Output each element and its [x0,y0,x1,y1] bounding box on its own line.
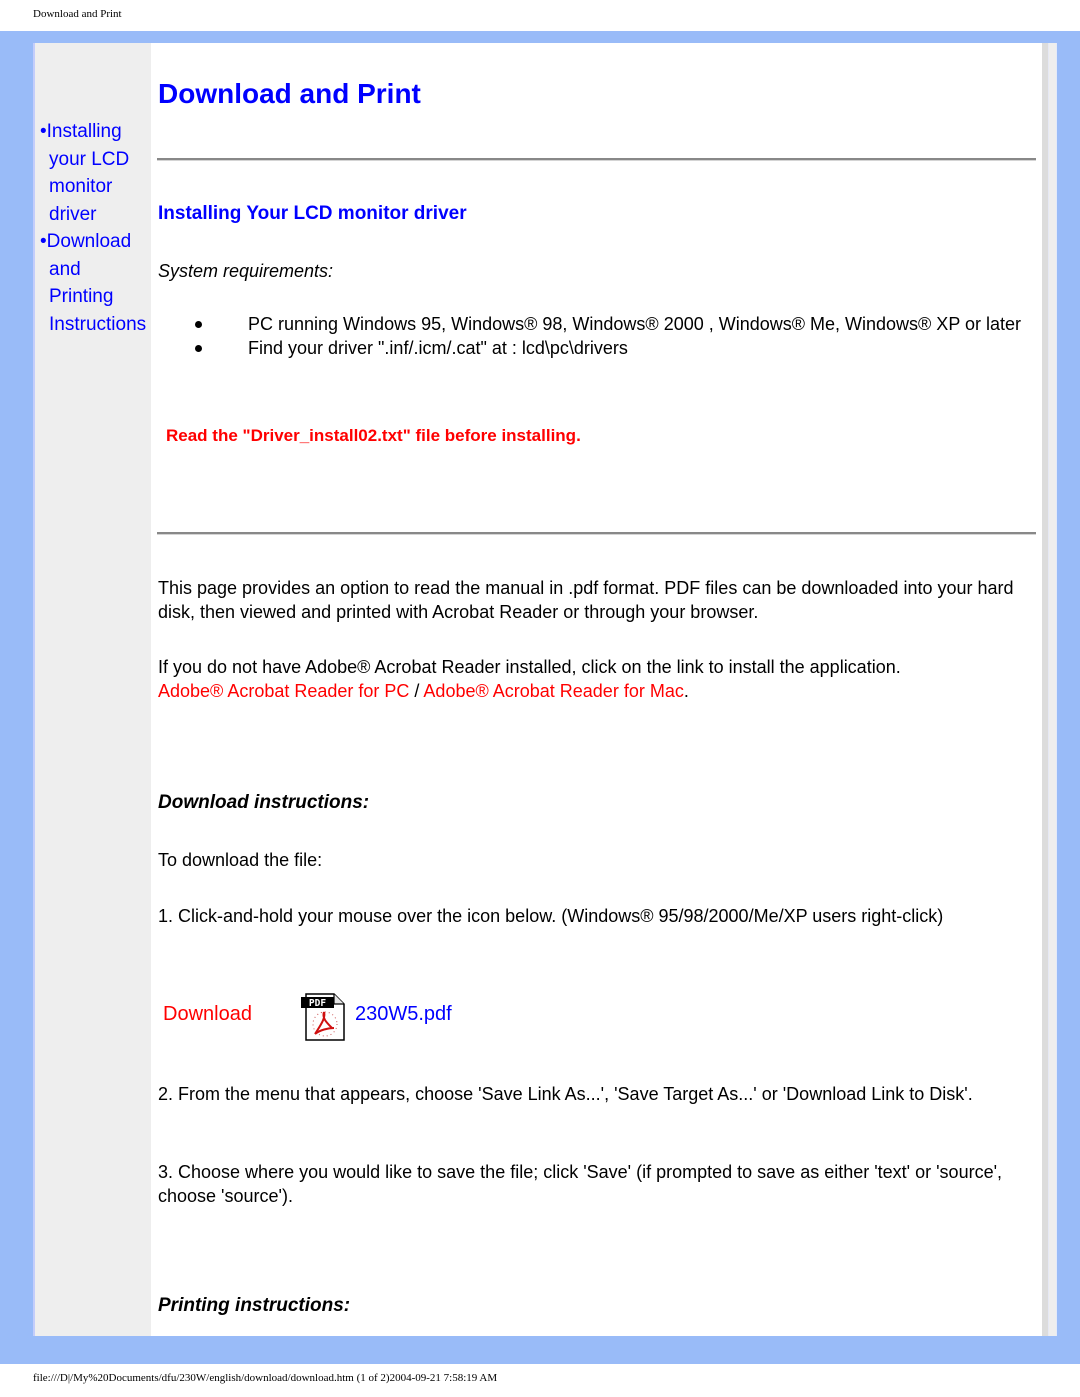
nav-line: •Download [40,231,132,252]
download-lead: To download the file: [158,850,323,870]
sidebar-nav: •Installing your LCD monitor driver •Dow… [40,118,155,338]
acrobat-paragraph: If you do not have Adobe® Acrobat Reader… [158,657,901,701]
nav-line: your LCD [49,148,130,170]
system-requirements-label: System requirements: [158,261,334,281]
bullet-icon: • [40,121,47,142]
pdf-icon-graphic: PDF [301,993,345,1041]
nav-line: Printing [49,286,114,307]
nav-line: •Installing [40,121,122,142]
acrobat-pc-link[interactable]: Adobe® Acrobat Reader for PC [158,681,409,701]
section-title-driver: Installing Your LCD monitor driver [158,203,467,224]
nav-line: Instructions [49,313,147,335]
nav-line: monitor [49,176,113,197]
download-step-1: 1. Click-and-hold your mouse over the ic… [158,906,944,926]
bullet-icon [195,321,202,328]
download-step-2: 2. From the menu that appears, choose 'S… [158,1084,973,1104]
pdf-filename-link[interactable]: 230W5.pdf [355,1003,452,1026]
printing-instructions-heading: Printing instructions: [158,1295,351,1316]
download-link[interactable]: Download [163,1003,252,1026]
list-item: PC running Windows 95, Windows® 98, Wind… [195,312,1035,336]
print-footer: file:///D|/My%20Documents/dfu/230W/engli… [33,1372,498,1384]
list-item: Find your driver ".inf/.icm/.cat" at : l… [195,336,1035,360]
requirements-list: PC running Windows 95, Windows® 98, Wind… [195,312,1035,360]
right-border-strip-outer [1048,43,1057,1336]
acrobat-mac-link[interactable]: Adobe® Acrobat Reader for Mac [423,681,683,701]
pdf-file-icon[interactable]: PDF [300,992,348,1042]
pdf-intro: This page provides an option to read the… [158,578,1014,622]
driver-warning: Read the "Driver_install02.txt" file bef… [166,426,581,445]
bullet-icon: • [40,231,47,252]
sidebar-item-installing-driver[interactable]: •Installing your LCD monitor driver [40,118,155,228]
download-instructions-heading: Download instructions: [158,792,370,813]
bullet-icon [195,345,202,352]
download-step-3: 3. Choose where you would like to save t… [158,1162,1003,1206]
divider [157,532,1036,535]
pdf-icon-text: PDF [309,998,326,1009]
nav-line: driver [49,203,97,225]
print-header: Download and Print [33,8,122,20]
page-title: Download and Print [158,78,421,109]
sidebar-item-download-printing[interactable]: •Download and Printing Instructions [40,228,155,338]
nav-line: and [49,258,81,280]
divider [157,158,1036,161]
